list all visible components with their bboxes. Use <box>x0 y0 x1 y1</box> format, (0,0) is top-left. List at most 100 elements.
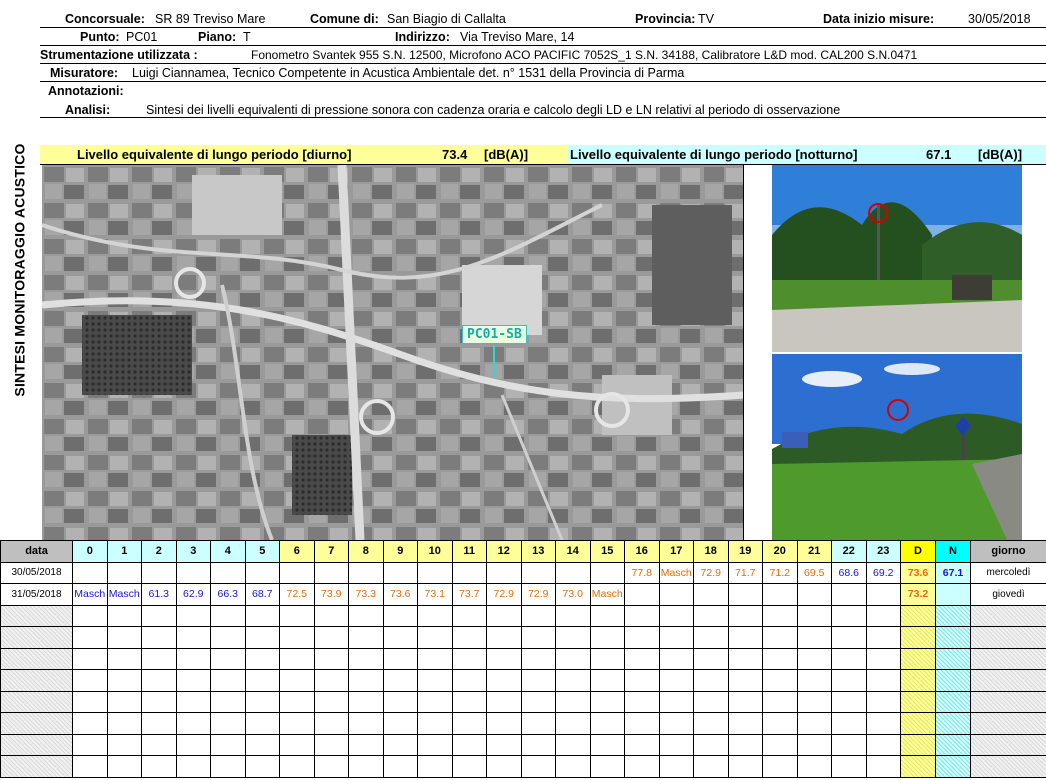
header-row-strumentazione: Strumentazione utilizzata : Fonometro Sv… <box>40 46 1046 64</box>
hour-cell-11 <box>451 669 487 692</box>
header-hour-22: 22 <box>831 540 867 563</box>
hour-cell-19 <box>727 733 763 756</box>
hour-cell-18 <box>693 604 729 627</box>
table-row-empty <box>0 712 1046 735</box>
night-level-bar: Livello equivalente di lungo periodo [no… <box>568 145 1046 165</box>
hour-cell-17 <box>658 583 694 606</box>
hour-cell-5 <box>244 690 280 713</box>
header-hour-17: 17 <box>658 540 694 563</box>
hour-cell-4 <box>210 733 246 756</box>
hour-cell-13 <box>520 561 556 584</box>
hour-cell-11 <box>451 604 487 627</box>
day-level-value: 73.4 <box>442 147 468 162</box>
data-inizio-value: 30/05/2018 <box>968 12 1031 26</box>
hour-cell-17 <box>658 626 694 649</box>
hour-cell-6 <box>279 647 315 670</box>
row-day-level <box>900 604 936 627</box>
table-row: 31/05/2018 Masch Masch 61.3 62.9 66.3 68.7 72.5… <box>0 583 1046 606</box>
hour-cell-10 <box>417 712 453 735</box>
hour-cell-18 <box>693 733 729 756</box>
table-row-empty <box>0 733 1046 756</box>
concorsuale-value: SR 89 Treviso Mare <box>155 12 266 26</box>
header-hour-3: 3 <box>175 540 211 563</box>
header-hour-14: 14 <box>555 540 591 563</box>
hour-cell-22 <box>831 647 867 670</box>
hour-cell-15 <box>589 647 625 670</box>
hour-cell-2 <box>141 755 177 778</box>
hour-cell-1 <box>106 626 142 649</box>
strumentazione-value: Fonometro Svantek 955 S.N. 12500, Microf… <box>251 48 918 62</box>
hour-cell-8 <box>348 604 384 627</box>
hour-cell-11 <box>451 755 487 778</box>
hour-cell-21 <box>796 604 832 627</box>
hour-cell-23 <box>865 712 901 735</box>
hour-cell-16: 77.8 <box>624 561 660 584</box>
hour-cell-2 <box>141 690 177 713</box>
hour-cell-16 <box>624 626 660 649</box>
hour-cell-22 <box>831 583 867 606</box>
header-day-level: D <box>900 540 936 563</box>
hour-cell-6 <box>279 755 315 778</box>
row-date <box>0 604 73 627</box>
hour-cell-19 <box>727 712 763 735</box>
hour-cell-19 <box>727 647 763 670</box>
hour-cell-8 <box>348 755 384 778</box>
hour-cell-9 <box>382 604 418 627</box>
row-date <box>0 626 73 649</box>
hour-cell-9 <box>382 733 418 756</box>
row-night-level <box>935 604 971 627</box>
hour-cell-18 <box>693 669 729 692</box>
hour-cell-19 <box>727 604 763 627</box>
hour-cell-9 <box>382 755 418 778</box>
day-level-bar: Livello equivalente di lungo periodo [di… <box>40 145 568 165</box>
hour-cell-6 <box>279 669 315 692</box>
comune-label: Comune di: <box>310 12 379 26</box>
hour-cell-21 <box>796 647 832 670</box>
hour-cell-2 <box>141 604 177 627</box>
hour-cell-14 <box>555 712 591 735</box>
hour-cell-23: 69.2 <box>865 561 901 584</box>
hour-cell-10 <box>417 733 453 756</box>
row-day-level <box>900 712 936 735</box>
header-hour-7: 7 <box>313 540 349 563</box>
hour-cell-13: 72.9 <box>520 583 556 606</box>
hour-cell-17 <box>658 690 694 713</box>
hour-cell-0 <box>72 733 108 756</box>
hour-cell-17 <box>658 669 694 692</box>
row-date: 30/05/2018 <box>0 561 73 584</box>
hour-cell-14 <box>555 733 591 756</box>
hour-cell-1 <box>106 712 142 735</box>
hour-cell-20 <box>762 647 798 670</box>
hour-cell-21 <box>796 626 832 649</box>
hour-cell-20 <box>762 755 798 778</box>
aerial-map: PC01-SB <box>42 165 744 540</box>
hour-cell-5 <box>244 626 280 649</box>
hour-cell-15 <box>589 690 625 713</box>
hour-cell-14 <box>555 690 591 713</box>
hour-cell-19 <box>727 755 763 778</box>
hour-cell-10 <box>417 690 453 713</box>
site-photo-2 <box>772 354 1022 540</box>
map-point-tag: PC01-SB <box>462 325 527 344</box>
site-photo-1 <box>772 165 1022 352</box>
hour-cell-15 <box>589 733 625 756</box>
hour-cell-15: Masch <box>589 583 625 606</box>
row-date <box>0 733 73 756</box>
hour-cell-0 <box>72 561 108 584</box>
hour-cell-5 <box>244 669 280 692</box>
hour-cell-22 <box>831 604 867 627</box>
hour-cell-2 <box>141 669 177 692</box>
hour-cell-21: 69.5 <box>796 561 832 584</box>
hour-cell-12 <box>486 755 522 778</box>
hour-cell-17 <box>658 733 694 756</box>
misuratore-value: Luigi Ciannamea, Tecnico Competente in A… <box>132 66 685 80</box>
hour-cell-22 <box>831 755 867 778</box>
header-hour-11: 11 <box>451 540 487 563</box>
hour-cell-7 <box>313 669 349 692</box>
hour-cell-6: 72.5 <box>279 583 315 606</box>
map-marker-pin <box>493 345 495 377</box>
row-day-level <box>900 626 936 649</box>
row-night-level <box>935 669 971 692</box>
hour-cell-5 <box>244 755 280 778</box>
hour-cell-20 <box>762 690 798 713</box>
